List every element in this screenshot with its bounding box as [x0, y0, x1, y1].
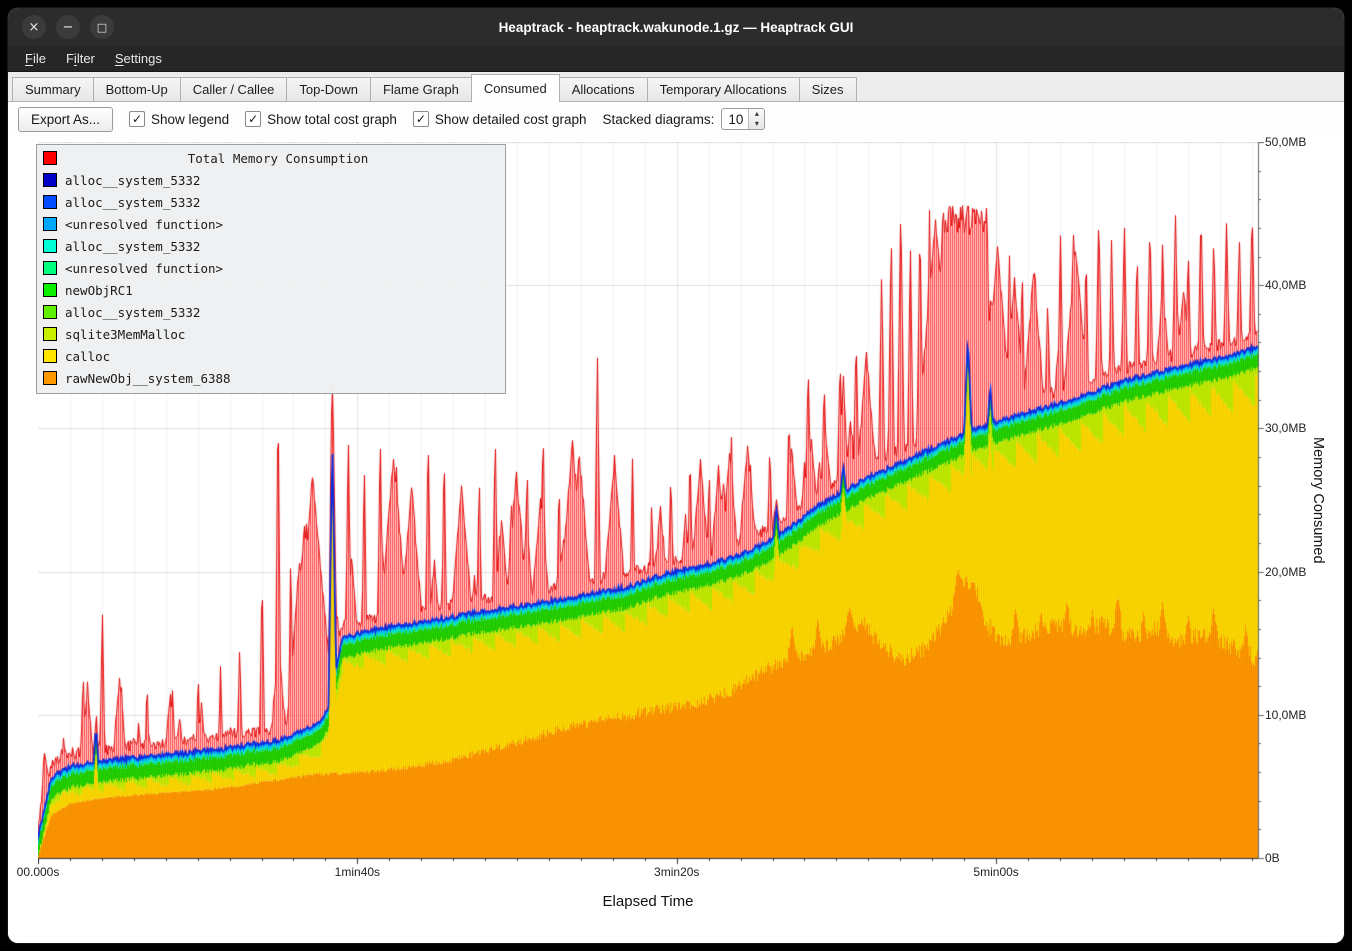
tab-bottom-up[interactable]: Bottom-Up [93, 77, 181, 101]
legend-swatch [43, 327, 57, 341]
x-axis-tick-label: 1min40s [335, 865, 380, 879]
legend-label: <unresolved function> [65, 261, 223, 276]
legend-label: alloc__system_5332 [65, 305, 200, 320]
legend-swatch [43, 239, 57, 253]
legend-item: alloc__system_5332 [37, 191, 505, 213]
legend-label: alloc__system_5332 [65, 239, 200, 254]
x-axis-tick-label: 3min20s [654, 865, 699, 879]
tab-temporary-allocations[interactable]: Temporary Allocations [647, 77, 800, 101]
stacked-diagrams-control: Stacked diagrams: 10 ▴ ▾ [603, 108, 766, 130]
x-axis-tick-label: 00.000s [17, 865, 60, 879]
checkbox-label: Show total cost graph [267, 112, 397, 127]
legend-swatch [43, 217, 57, 231]
menubar: FileFilterSettings [8, 46, 1344, 72]
tab-sizes[interactable]: Sizes [799, 77, 857, 101]
legend-label: sqlite3MemMalloc [65, 327, 185, 342]
spin-down-button[interactable]: ▾ [749, 119, 764, 129]
legend-item: alloc__system_5332 [37, 301, 505, 323]
legend-swatch [43, 283, 57, 297]
checkbox-group: ✓ Show legend ✓ Show total cost graph ✓ Show … [129, 111, 587, 127]
stacked-diagrams-label: Stacked diagrams: [603, 112, 715, 127]
tab-summary[interactable]: Summary [12, 77, 94, 101]
legend-item: newObjRC1 [37, 279, 505, 301]
close-icon: × [29, 21, 40, 34]
maximize-button[interactable]: □ [90, 15, 114, 39]
stacked-diagrams-spinbox[interactable]: 10 ▴ ▾ [721, 108, 765, 130]
checkbox-indicator[interactable]: ✓ [245, 111, 261, 127]
maximize-icon: □ [97, 22, 107, 33]
y-axis-tick-label: 10,0MB [1265, 708, 1306, 722]
legend-label: alloc__system_5332 [65, 173, 200, 188]
spinner-buttons: ▴ ▾ [748, 109, 764, 129]
checkbox-indicator[interactable]: ✓ [413, 111, 429, 127]
legend-swatch-total [43, 151, 57, 165]
stacked-diagrams-value[interactable]: 10 [722, 109, 748, 129]
legend-label: calloc [65, 349, 110, 364]
legend-label: rawNewObj__system_6388 [65, 371, 231, 386]
checkbox-indicator[interactable]: ✓ [129, 111, 145, 127]
legend-swatch [43, 173, 57, 187]
legend-label: newObjRC1 [65, 283, 133, 298]
legend-item: alloc__system_5332 [37, 169, 505, 191]
legend-item: <unresolved function> [37, 257, 505, 279]
toolbar: Export As... ✓ Show legend ✓ Show total cos… [8, 102, 1344, 136]
legend-title-row: Total Memory Consumption [37, 147, 505, 169]
menu-item-filter[interactable]: Filter [57, 48, 104, 69]
legend-items: alloc__system_5332 alloc__system_5332 <unr… [37, 169, 505, 389]
menu-item-settings[interactable]: Settings [106, 48, 171, 69]
y-axis-tick-label: 30,0MB [1265, 421, 1306, 435]
chart-area: Total Memory Consumption alloc__system_5… [8, 136, 1344, 943]
y-axis-tick-label: 20,0MB [1265, 565, 1306, 579]
tab-allocations[interactable]: Allocations [559, 77, 648, 101]
legend-item: sqlite3MemMalloc [37, 323, 505, 345]
legend-item: calloc [37, 345, 505, 367]
legend-item: rawNewObj__system_6388 [37, 367, 505, 389]
y-axis-label: Memory Consumed [1310, 142, 1326, 858]
checkbox-show-legend[interactable]: ✓ Show legend [129, 111, 229, 127]
tab-caller-callee[interactable]: Caller / Callee [180, 77, 288, 101]
chart-legend: Total Memory Consumption alloc__system_5… [36, 144, 506, 394]
titlebar[interactable]: × − □ Heaptrack - heaptrack.wakunode.1.g… [8, 8, 1344, 46]
minimize-button[interactable]: − [56, 15, 80, 39]
y-axis-tick-label: 50,0MB [1265, 135, 1306, 149]
legend-swatch [43, 371, 57, 385]
export-as-button[interactable]: Export As... [18, 107, 113, 132]
tab-flame-graph[interactable]: Flame Graph [370, 77, 472, 101]
x-axis-tick-label: 5min00s [973, 865, 1018, 879]
legend-item: <unresolved function> [37, 213, 505, 235]
legend-swatch [43, 305, 57, 319]
y-axis-tick-label: 0B [1265, 851, 1280, 865]
minimize-icon: − [63, 21, 74, 34]
y-axis-tick-label: 40,0MB [1265, 278, 1306, 292]
legend-title: Total Memory Consumption [57, 151, 499, 166]
legend-item: alloc__system_5332 [37, 235, 505, 257]
x-axis-label: Elapsed Time [603, 893, 694, 910]
legend-swatch [43, 349, 57, 363]
legend-label: alloc__system_5332 [65, 195, 200, 210]
window-controls: × − □ [22, 15, 114, 39]
spin-up-button[interactable]: ▴ [749, 109, 764, 119]
checkbox-show-total-cost-graph[interactable]: ✓ Show total cost graph [245, 111, 397, 127]
tab-top-down[interactable]: Top-Down [286, 77, 371, 101]
checkbox-show-detailed-cost-graph[interactable]: ✓ Show detailed cost graph [413, 111, 587, 127]
close-button[interactable]: × [22, 15, 46, 39]
heaptrack-window: × − □ Heaptrack - heaptrack.wakunode.1.g… [8, 8, 1344, 943]
checkbox-label: Show detailed cost graph [435, 112, 587, 127]
window-title: Heaptrack - heaptrack.wakunode.1.gz — He… [8, 20, 1344, 35]
legend-swatch [43, 195, 57, 209]
legend-swatch [43, 261, 57, 275]
legend-label: <unresolved function> [65, 217, 223, 232]
tab-consumed[interactable]: Consumed [471, 74, 560, 102]
checkbox-label: Show legend [151, 112, 229, 127]
tab-bar: SummaryBottom-UpCaller / CalleeTop-DownF… [8, 72, 1344, 102]
menu-item-file[interactable]: File [16, 48, 55, 69]
